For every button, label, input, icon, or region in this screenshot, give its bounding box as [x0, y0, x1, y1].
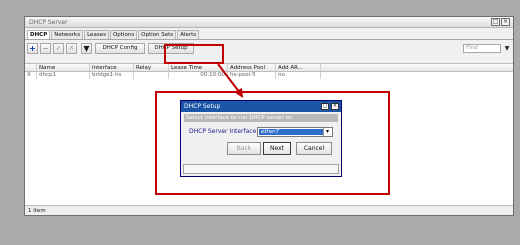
maximize-icon[interactable]: □ — [321, 103, 329, 110]
next-button[interactable]: Next — [263, 142, 291, 155]
chevron-down-icon[interactable]: ▾ — [323, 128, 331, 136]
cancel-button[interactable]: Cancel — [296, 142, 332, 155]
dialog-instruction: Select interface to run DHCP server on — [184, 114, 338, 122]
screenshot-stage: DHCP Server □ × DHCP Networks Leases Opt… — [0, 0, 520, 245]
interface-label: DHCP Server Interface: — [189, 128, 259, 135]
dialog-titlebar: DHCP Setup □ × — [181, 101, 341, 112]
dhcp-setup-dialog: DHCP Setup □ × Select interface to run D… — [180, 100, 342, 177]
dialog-buttons: Back Next Cancel — [181, 142, 341, 156]
dialog-status-bar — [183, 164, 339, 174]
interface-row: DHCP Server Interface: ether7 ▾ — [181, 125, 341, 139]
back-button[interactable]: Back — [227, 142, 261, 155]
dialog-title: DHCP Setup — [184, 103, 221, 110]
interface-select[interactable]: ether7 ▾ — [257, 127, 333, 137]
close-icon[interactable]: × — [331, 103, 339, 110]
interface-value: ether7 — [259, 129, 323, 135]
